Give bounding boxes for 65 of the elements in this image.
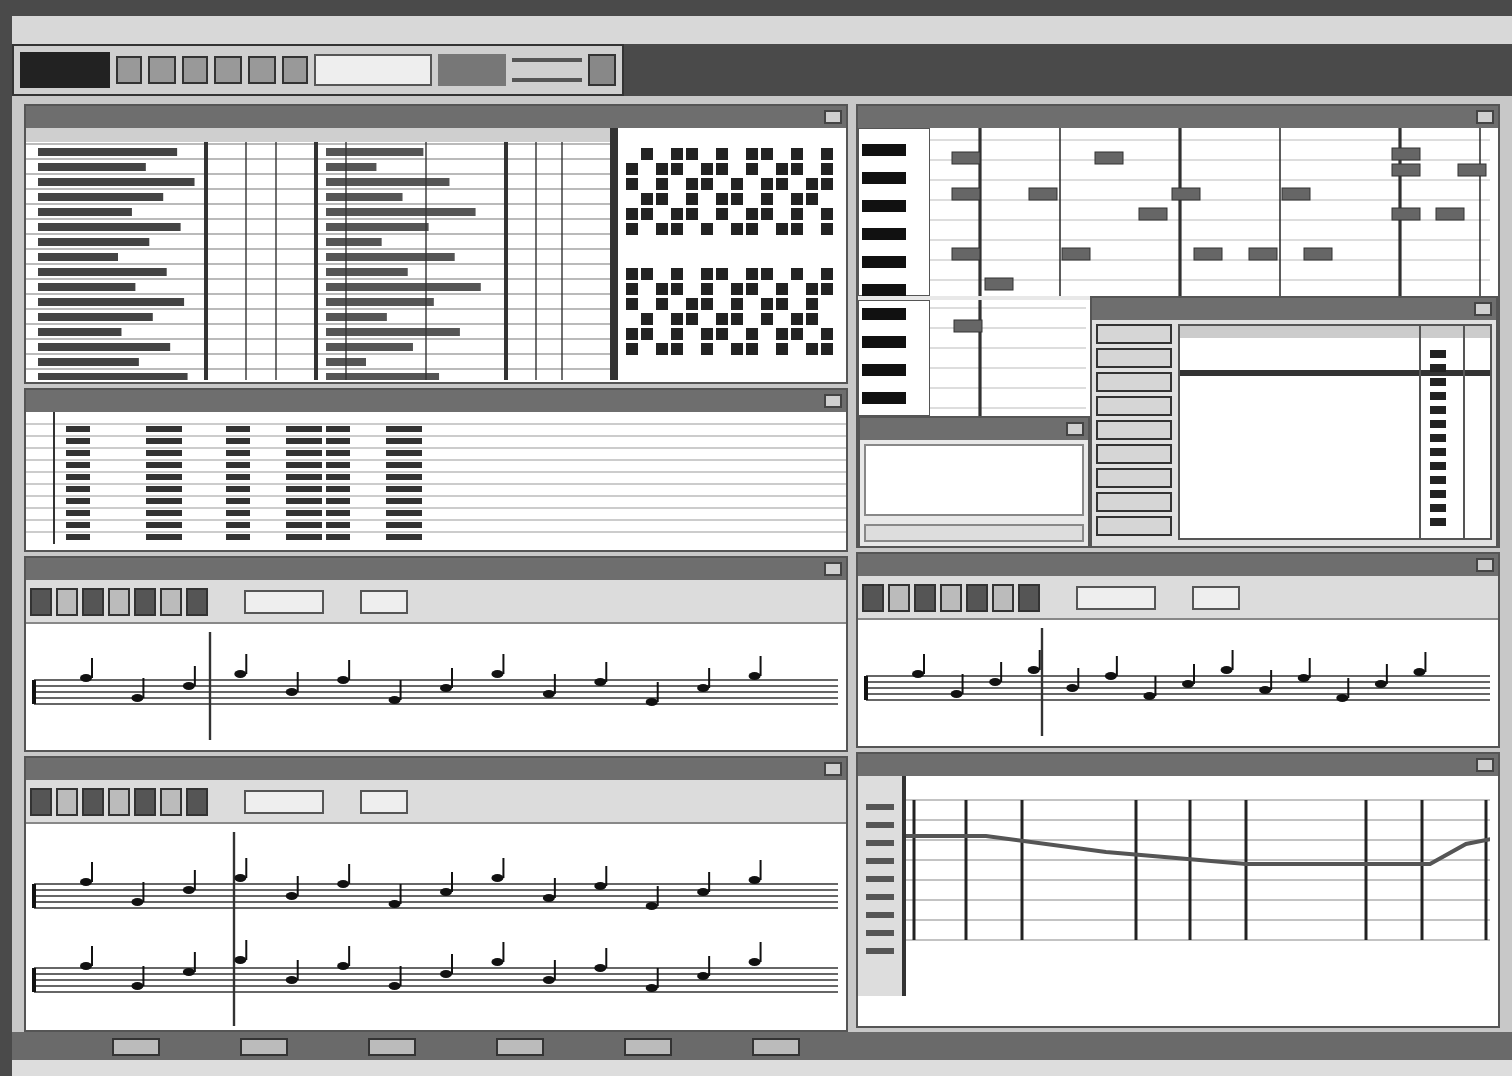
playback-cursor [208, 632, 212, 740]
sync-display [437, 54, 507, 86]
tool-button[interactable] [134, 787, 156, 815]
quantize-selector[interactable] [360, 589, 408, 613]
spin-control[interactable] [368, 1037, 416, 1055]
position-display [20, 52, 110, 88]
level-meter-drawing [512, 58, 583, 82]
close-icon[interactable] [1474, 302, 1492, 316]
tool-button[interactable] [160, 587, 182, 615]
transport-button[interactable] [115, 56, 143, 84]
tool-button[interactable] [82, 587, 104, 615]
close-icon[interactable] [1066, 422, 1084, 436]
function-button[interactable] [1096, 492, 1172, 512]
quantize-selector[interactable] [360, 789, 408, 813]
function-button[interactable] [1096, 324, 1172, 344]
quantize-selector[interactable] [1192, 585, 1240, 609]
spin-control[interactable] [240, 1037, 288, 1055]
spin-control[interactable] [624, 1037, 672, 1055]
metronome-button[interactable] [588, 54, 616, 86]
function-button[interactable] [1096, 468, 1172, 488]
close-icon[interactable] [1476, 110, 1494, 124]
tool-button[interactable] [30, 587, 52, 615]
tool-button[interactable] [82, 787, 104, 815]
snap-selector[interactable] [1076, 585, 1156, 609]
function-button[interactable] [1096, 420, 1172, 440]
close-icon[interactable] [1476, 758, 1494, 772]
snap-selector[interactable] [244, 789, 324, 813]
close-icon[interactable] [824, 110, 842, 124]
tool-button[interactable] [108, 587, 130, 615]
tool-button[interactable] [940, 583, 962, 611]
spin-control[interactable] [752, 1037, 800, 1055]
spin-control[interactable] [112, 1037, 160, 1055]
function-button[interactable] [1096, 396, 1172, 416]
close-icon[interactable] [824, 762, 842, 776]
function-button[interactable] [1096, 444, 1172, 464]
transport-button[interactable] [214, 56, 243, 84]
transport-button[interactable] [148, 56, 176, 84]
tool-button[interactable] [186, 787, 208, 815]
tempo-display [314, 54, 432, 86]
tool-button[interactable] [30, 787, 52, 815]
function-button[interactable] [1096, 348, 1172, 368]
tool-button[interactable] [134, 587, 156, 615]
tool-button[interactable] [992, 583, 1014, 611]
tool-button[interactable] [966, 583, 988, 611]
close-icon[interactable] [824, 394, 842, 408]
tool-button[interactable] [914, 583, 936, 611]
close-icon[interactable] [824, 562, 842, 576]
playback-cursor [1040, 628, 1044, 736]
transport-button[interactable] [181, 56, 209, 84]
transport-button[interactable] [248, 56, 276, 84]
tool-button[interactable] [1018, 583, 1040, 611]
tool-button[interactable] [862, 583, 884, 611]
tool-button[interactable] [186, 587, 208, 615]
transport-button[interactable] [281, 56, 309, 84]
function-button[interactable] [1096, 372, 1172, 392]
close-icon[interactable] [1476, 558, 1494, 572]
spin-control[interactable] [496, 1037, 544, 1055]
tool-button[interactable] [56, 587, 78, 615]
tool-button[interactable] [56, 787, 78, 815]
tool-button[interactable] [888, 583, 910, 611]
function-button[interactable] [1096, 516, 1172, 536]
tool-button[interactable] [160, 787, 182, 815]
snap-selector[interactable] [244, 589, 324, 613]
tool-button[interactable] [108, 787, 130, 815]
text-area[interactable] [864, 444, 1084, 516]
